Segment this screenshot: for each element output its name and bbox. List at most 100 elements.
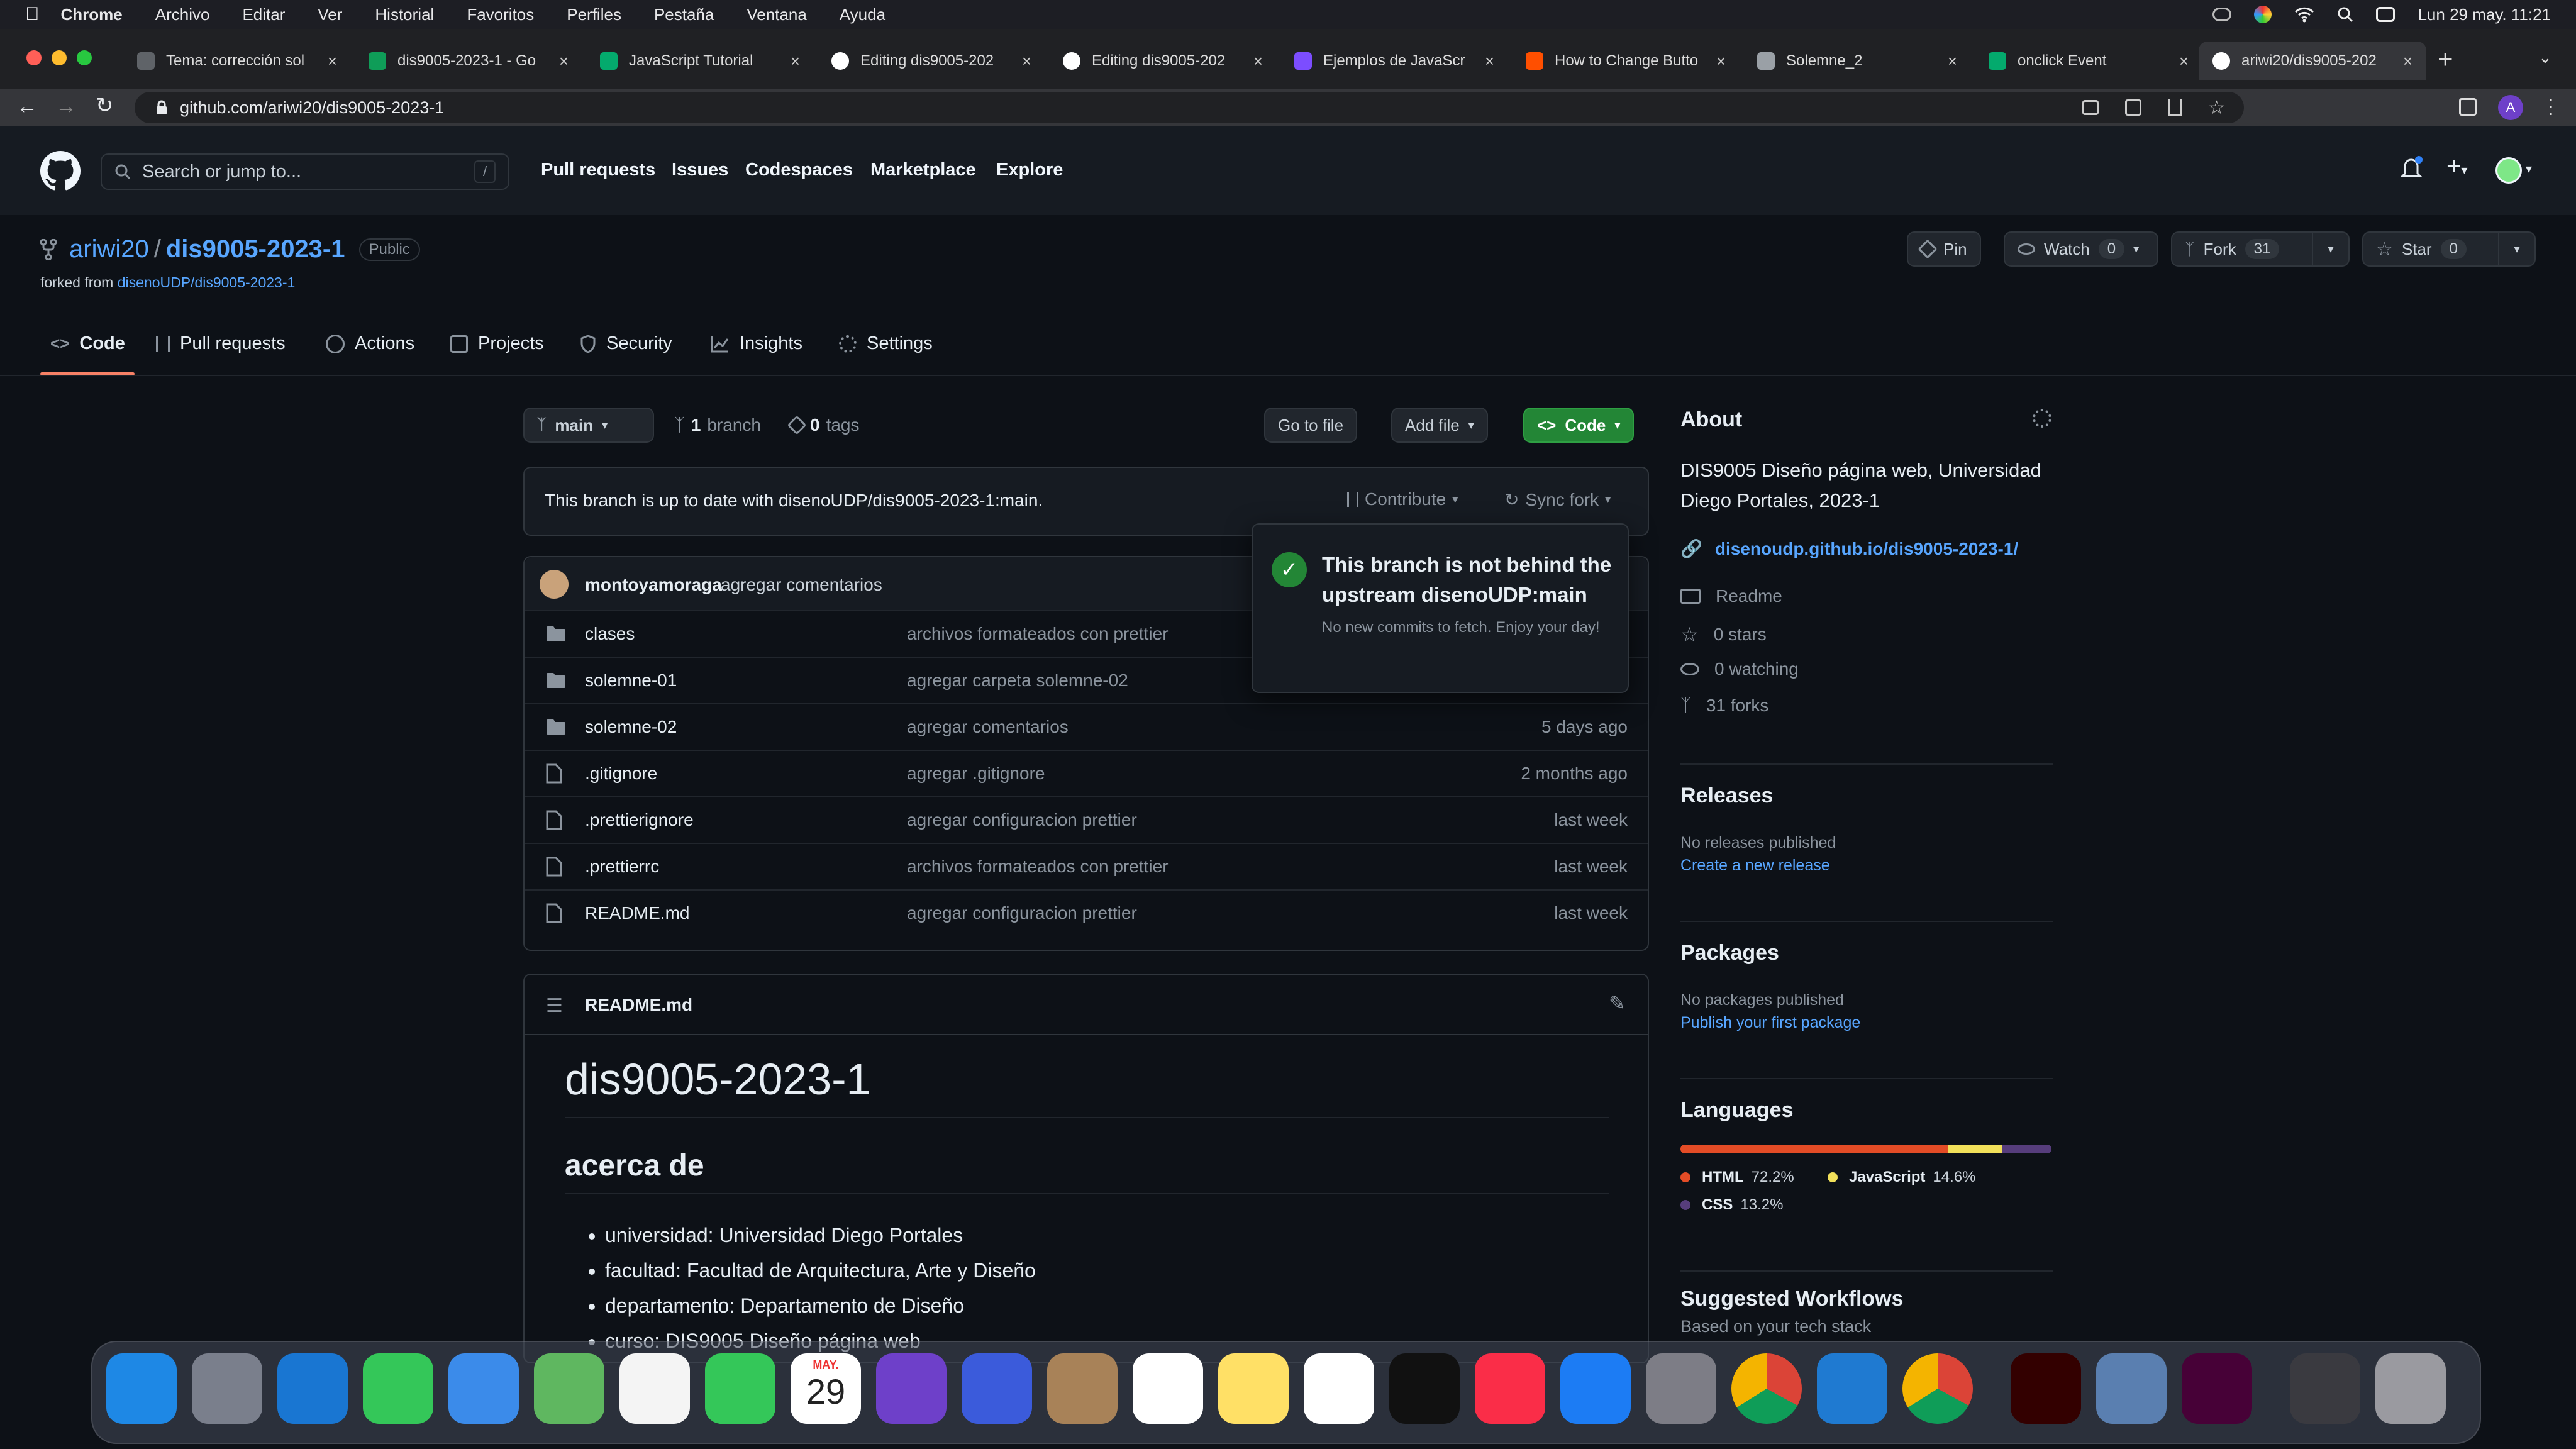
forward-arrow-icon[interactable]: → [55, 94, 77, 119]
pin-button[interactable]: Pin [1907, 231, 1981, 267]
illustrator-icon[interactable] [2011, 1353, 2081, 1424]
github-desktop-icon[interactable] [876, 1353, 947, 1424]
new-tab-button[interactable]: + [2438, 44, 2453, 74]
finder-icon[interactable] [106, 1353, 177, 1424]
go-to-file-button[interactable]: Go to file [1264, 408, 1358, 443]
search-input[interactable]: Search or jump to... / [101, 153, 509, 190]
freeform-icon[interactable] [1304, 1353, 1374, 1424]
sync-fork-button[interactable]: ↻ Sync fork ▾ [1504, 489, 1611, 510]
tab-5[interactable]: Editing dis9005-202 × [1049, 42, 1277, 80]
readme-file-name[interactable]: README.md [585, 995, 692, 1015]
notes-icon[interactable] [1218, 1353, 1289, 1424]
avatar-chevron-icon[interactable]: ▾ [2526, 161, 2532, 177]
repo-owner-link[interactable]: ariwi20 [69, 235, 149, 264]
github-logo-icon[interactable] [40, 151, 80, 191]
bookmark-star-icon[interactable]: ☆ [2208, 97, 2225, 119]
commit-author-avatar[interactable] [540, 570, 569, 599]
fork-button[interactable]: ᛉ Fork 31 ▾ [2171, 231, 2350, 267]
system-settings-icon[interactable] [1646, 1353, 1716, 1424]
tab-close-icon[interactable]: × [1022, 52, 1031, 71]
about-settings-gear-icon[interactable] [2033, 409, 2051, 428]
user-avatar[interactable] [2496, 157, 2522, 184]
file-name[interactable]: .prettierrc [585, 857, 659, 877]
repo-name-link[interactable]: dis9005-2023-1 [166, 235, 345, 264]
file-row[interactable]: .prettierignore agregar configuracion pre… [525, 796, 1648, 843]
menu-ventana[interactable]: Ventana [747, 5, 806, 25]
create-new-plus-icon[interactable]: +▾ [2446, 152, 2467, 180]
side-panel-icon[interactable] [2459, 98, 2477, 116]
trash-icon[interactable] [2375, 1353, 2446, 1424]
menu-historial[interactable]: Historial [375, 5, 434, 25]
about-forks[interactable]: ᛉ 31 forks [1680, 696, 1768, 716]
nav-pull-requests[interactable]: Pull requests [541, 160, 655, 180]
address-bar[interactable]: github.com/ariwi20/dis9005-2023-1 ☆ [135, 92, 2244, 123]
code-button[interactable]: <> Code ▾ [1523, 408, 1635, 443]
tab-close-icon[interactable]: × [2179, 52, 2189, 71]
tab-6[interactable]: Ejemplos de JavaScr × [1280, 42, 1508, 80]
menu-perfiles[interactable]: Perfiles [567, 5, 621, 25]
about-stars[interactable]: ☆ 0 stars [1680, 623, 1767, 647]
tab-3[interactable]: JavaScript Tutorial × [586, 42, 814, 80]
contacts-icon[interactable] [1047, 1353, 1118, 1424]
file-name[interactable]: solemne-02 [585, 717, 677, 737]
file-commit-message[interactable]: agregar configuracion prettier [907, 903, 1137, 923]
translate-icon[interactable] [2125, 99, 2142, 116]
nav-codespaces[interactable]: Codespaces [745, 160, 853, 180]
file-name[interactable]: .gitignore [585, 763, 657, 784]
tab-1[interactable]: Tema: corrección sol × [123, 42, 351, 80]
chrome-menu-icon[interactable]: ⋮ [2541, 94, 2561, 118]
tab-insights[interactable]: Insights [711, 333, 802, 354]
apple-tv-icon[interactable] [1389, 1353, 1460, 1424]
file-name[interactable]: clases [585, 624, 635, 644]
edit-pencil-icon[interactable]: ✎ [1609, 991, 1626, 1015]
file-row[interactable]: README.md agregar configuracion prettier l… [525, 889, 1648, 936]
profile-avatar[interactable]: A [2498, 95, 2523, 120]
notifications-bell-icon[interactable] [2400, 156, 2423, 181]
menu-archivo[interactable]: Archivo [155, 5, 210, 25]
star-chevron-icon[interactable]: ▾ [2498, 233, 2534, 265]
control-center-icon[interactable] [2376, 7, 2396, 22]
apple-icon[interactable]:  [25, 4, 40, 25]
tags-link[interactable]: 0 tags [787, 415, 860, 435]
tab-7[interactable]: How to Change Butto × [1512, 42, 1740, 80]
search-icon[interactable] [2337, 6, 2353, 23]
downloads-icon[interactable] [2290, 1353, 2360, 1424]
language-item[interactable]: CSS 13.2% [1680, 1196, 1783, 1214]
vscode-icon[interactable] [1817, 1353, 1887, 1424]
about-website-link[interactable]: disenoudp.github.io/dis9005-2023-1/ [1715, 539, 2018, 559]
fork-chevron-icon[interactable]: ▾ [2312, 233, 2348, 265]
watch-button[interactable]: Watch 0 ▾ [2004, 231, 2158, 267]
tab-10[interactable]: ariwi20/dis9005-202 × [2199, 42, 2426, 80]
tab-search-chevron-icon[interactable]: ⌄ [2538, 48, 2552, 67]
about-website[interactable]: 🔗 disenoudp.github.io/dis9005-2023-1/ [1680, 538, 2018, 559]
add-file-button[interactable]: Add file ▾ [1391, 408, 1488, 443]
branch-selector[interactable]: ᛉ main ▾ [523, 408, 654, 443]
maps-icon[interactable] [534, 1353, 604, 1424]
tab-code[interactable]: <> Code [50, 333, 125, 354]
create-release-link[interactable]: Create a new release [1680, 857, 1830, 875]
forked-from-link[interactable]: disenoUDP/dis9005-2023-1 [118, 274, 296, 291]
tab-close-icon[interactable]: × [1948, 52, 1957, 71]
language-item[interactable]: JavaScript 14.6% [1828, 1169, 1975, 1186]
menu-ver[interactable]: Ver [318, 5, 342, 25]
language-item[interactable]: HTML 72.2% [1680, 1169, 1794, 1186]
nav-marketplace[interactable]: Marketplace [870, 160, 976, 180]
tab-settings[interactable]: Settings [839, 333, 933, 354]
safari-icon[interactable] [277, 1353, 348, 1424]
file-commit-message[interactable]: agregar comentarios [907, 717, 1069, 737]
tab-close-icon[interactable]: × [1253, 52, 1263, 71]
tab-close-icon[interactable]: × [791, 52, 800, 71]
minimize-window-button[interactable] [52, 50, 67, 65]
menu-editar[interactable]: Editar [242, 5, 285, 25]
chrome-icon[interactable] [1731, 1353, 1802, 1424]
dreamweaver-icon[interactable] [2182, 1353, 2252, 1424]
music-icon[interactable] [1475, 1353, 1545, 1424]
commit-message[interactable]: agregar comentarios [721, 575, 882, 595]
file-commit-message[interactable]: agregar carpeta solemne-02 [907, 670, 1128, 691]
menubar-app-name[interactable]: Chrome [61, 5, 123, 25]
star-button[interactable]: ☆ Star 0 ▾ [2362, 231, 2536, 267]
about-watching[interactable]: 0 watching [1680, 659, 1799, 679]
about-readme[interactable]: Readme [1680, 586, 1782, 606]
file-name[interactable]: solemne-01 [585, 670, 677, 691]
file-name[interactable]: README.md [585, 903, 689, 923]
